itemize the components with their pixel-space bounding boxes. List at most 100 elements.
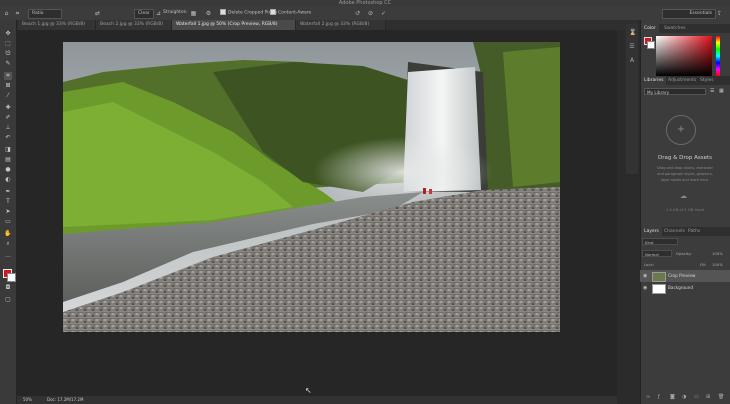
straighten-label[interactable]: Straighten [163, 9, 187, 17]
tab-label: Waterfall 1.jpg @ 50% (Crop Preview, RGB… [176, 22, 278, 27]
eyedropper-tool-icon[interactable]: ⁄ [4, 92, 12, 100]
tab-beach-1[interactable]: Beach 1.jpg @ 33% (RGB/8) [18, 20, 96, 30]
clear-button[interactable]: Clear [134, 9, 154, 19]
tools-panel: ✥ ⬚ ᘎ ✎ ⌗ ⊠ ⁄ ✚ ✐ ⊥ ↶ ◨ ▤ ● ◐ ✒ T ➤ ▭ ✋ … [0, 20, 17, 404]
doc-info: Doc: 17.2M/17.2M [47, 397, 84, 402]
path-select-tool-icon[interactable]: ➤ [4, 208, 12, 216]
tab-adjustments[interactable]: Adjustments [665, 76, 699, 85]
cancel-icon[interactable]: ⊘ [367, 10, 374, 17]
clone-stamp-tool-icon[interactable]: ⊥ [4, 124, 12, 132]
marquee-tool-icon[interactable]: ⬚ [4, 40, 12, 48]
move-tool-icon[interactable]: ✥ [4, 30, 12, 38]
character-panel-icon[interactable]: A [629, 58, 635, 64]
tab-beach-2[interactable]: Beach 2.jpg @ 33% (RGB/8) [96, 20, 172, 30]
workspace-select[interactable]: Essentials [662, 9, 716, 19]
blur-tool-icon[interactable]: ● [4, 166, 12, 174]
blend-mode-select[interactable]: Normal [642, 250, 672, 257]
libraries-desc-line: Drag and drop colors, character [657, 166, 713, 170]
library-select[interactable]: My Library [644, 88, 706, 95]
mask-icon[interactable]: ◙ [670, 394, 675, 400]
layer-row-crop-preview[interactable]: ◉ Crop Preview [640, 270, 730, 282]
share-icon[interactable]: ⇪ [716, 10, 723, 17]
quick-mask-icon[interactable]: ◘ [4, 284, 12, 292]
checkbox-icon [270, 9, 276, 15]
color-picker-field[interactable] [656, 36, 712, 76]
new-layer-icon[interactable]: ⊞ [706, 394, 710, 400]
background-color-swatch[interactable] [7, 273, 16, 282]
tab-channels[interactable]: Channels [661, 227, 688, 236]
brush-tool-icon[interactable]: ✐ [4, 114, 12, 122]
history-brush-tool-icon[interactable]: ↶ [4, 134, 12, 142]
crop-tool-icon[interactable]: ⌗ [4, 72, 12, 80]
zoom-level[interactable]: 50% [23, 396, 32, 404]
tab-paths[interactable]: Paths [685, 227, 703, 236]
layer-thumbnail [652, 284, 666, 294]
document-image[interactable] [63, 42, 560, 332]
layer-thumbnail [652, 272, 666, 282]
checkbox-icon [220, 9, 226, 15]
hand-tool-icon[interactable]: ✋ [4, 230, 12, 238]
frame-tool-icon[interactable]: ⊠ [4, 82, 12, 90]
properties-panel-icon[interactable]: ☰ [629, 44, 635, 50]
tab-layers[interactable]: Layers [641, 227, 662, 236]
libraries-empty-title: Drag & Drop Assets [657, 155, 713, 161]
healing-brush-tool-icon[interactable]: ✚ [4, 104, 12, 112]
tab-waterfall-1[interactable]: Waterfall 1.jpg @ 50% (Crop Preview, RGB… [172, 20, 296, 30]
layers-footer-icons: ∞ ƒ ◙ ◑ ▭ ⊞ 🗑 [640, 394, 730, 404]
trash-icon[interactable]: 🗑 [718, 394, 724, 400]
panel-background-swatch[interactable] [647, 41, 655, 49]
dodge-tool-icon[interactable]: ◐ [4, 176, 12, 184]
libraries-desc-line: and paragraph styles, graphics, [657, 172, 713, 176]
library-storage: 1.5 KB of 2 GB Used [665, 207, 705, 212]
fx-icon[interactable]: ƒ [658, 394, 660, 400]
tab-libraries[interactable]: Libraries [641, 76, 667, 85]
swap-orientation-icon[interactable]: ⇄ [94, 10, 101, 17]
layer-row-background[interactable]: ◉ Background [640, 282, 730, 294]
tab-waterfall-2[interactable]: Waterfall 2.jpg @ 33% (RGB/8) [296, 20, 386, 30]
layer-kind-filter[interactable]: Kind [642, 238, 678, 245]
straighten-icon[interactable]: ⊿ [155, 10, 162, 17]
layers-panel-tabs: Layers Channels Paths [641, 227, 730, 236]
options-bar: ⌂ ⌗ Ratio ⇄ Clear ⊿ Straighten ▦ ⚙ Delet… [0, 6, 730, 21]
content-aware-checkbox[interactable]: Content-Aware [270, 9, 311, 17]
hue-slider[interactable] [716, 36, 720, 76]
grid-view-icon[interactable]: ▦ [719, 88, 724, 94]
visibility-eye-icon[interactable]: ◉ [643, 282, 647, 294]
more-tools-icon[interactable]: … [4, 252, 12, 260]
history-panel-icon[interactable]: ⌛ [629, 30, 636, 36]
opacity-value[interactable]: 100% [712, 251, 723, 256]
opacity-label: Opacity: [676, 251, 692, 256]
ratio-select[interactable]: Ratio [28, 9, 62, 19]
fill-value[interactable]: 100% [712, 262, 723, 267]
crop-tool-preset-icon[interactable]: ⌗ [14, 10, 21, 17]
gradient-tool-icon[interactable]: ▤ [4, 156, 12, 164]
document-tab-bar: Beach 1.jpg @ 33% (RGB/8) Beach 2.jpg @ … [18, 20, 638, 30]
adjustment-icon[interactable]: ◑ [682, 394, 686, 400]
reset-icon[interactable]: ↺ [354, 10, 361, 17]
link-icon[interactable]: ∞ [646, 394, 650, 400]
drag-drop-target-icon: + [666, 115, 696, 145]
type-tool-icon[interactable]: T [4, 198, 12, 206]
quick-select-tool-icon[interactable]: ✎ [4, 60, 12, 68]
tab-styles[interactable]: Styles [697, 76, 717, 85]
tab-label: Beach 1.jpg @ 33% (RGB/8) [22, 22, 86, 27]
commit-icon[interactable]: ✓ [380, 10, 387, 17]
overlay-options-icon[interactable]: ▦ [190, 10, 197, 17]
pen-tool-icon[interactable]: ✒ [4, 188, 12, 196]
tab-color[interactable]: Color [641, 24, 659, 33]
list-view-icon[interactable]: ☰ [710, 88, 714, 94]
lasso-tool-icon[interactable]: ᘎ [4, 50, 12, 58]
zoom-tool-icon[interactable]: ⌕ [4, 240, 12, 248]
tab-label: Waterfall 2.jpg @ 33% (RGB/8) [300, 22, 370, 27]
folder-icon[interactable]: ▭ [694, 394, 699, 400]
settings-gear-icon[interactable]: ⚙ [205, 10, 212, 17]
eraser-tool-icon[interactable]: ◨ [4, 146, 12, 154]
delete-cropped-checkbox[interactable]: Delete Cropped Pixels [220, 9, 277, 17]
visibility-eye-icon[interactable]: ◉ [643, 270, 647, 282]
content-aware-label: Content-Aware [278, 10, 312, 16]
shape-tool-icon[interactable]: ▭ [4, 218, 12, 226]
tab-swatches[interactable]: Swatches [661, 24, 689, 33]
screen-mode-icon[interactable]: ▢ [4, 296, 12, 304]
home-icon[interactable]: ⌂ [3, 10, 10, 17]
mouse-pointer-icon: ↖ [305, 386, 312, 395]
